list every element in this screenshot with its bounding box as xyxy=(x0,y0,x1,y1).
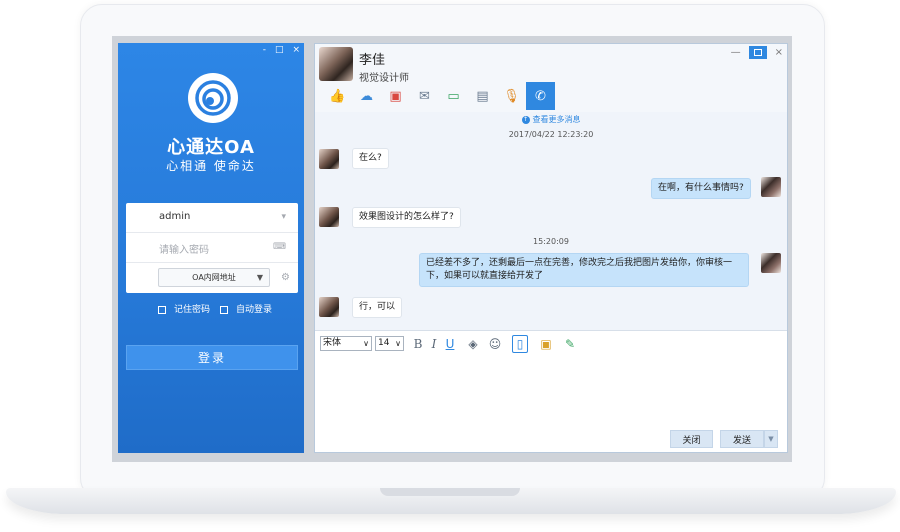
laptop-notch xyxy=(380,488,520,496)
chevron-down-icon: ∨ xyxy=(363,339,369,348)
checkbox-box xyxy=(158,305,166,314)
send-options-chevron-icon[interactable]: ▼ xyxy=(764,430,778,448)
microphone-icon[interactable]: 🎙 xyxy=(497,82,526,110)
message-icon[interactable]: ▤ xyxy=(468,82,497,110)
close-icon[interactable]: × xyxy=(775,47,783,58)
font-family-select[interactable]: 宋体 ∨ xyxy=(320,336,372,351)
screen-share-icon[interactable]: ▭ xyxy=(439,82,468,110)
logo-swirl-icon xyxy=(195,80,231,116)
format-toolbar: 宋体 ∨ 14 ∨ B I U ◈ ☺ ▯ ▣ ✎ xyxy=(315,330,787,356)
view-more-link[interactable]: ↑ 查看更多消息 xyxy=(315,114,787,125)
phone-call-icon[interactable]: ✆ xyxy=(526,82,555,110)
screenshot-icon[interactable]: ▯ xyxy=(512,335,528,353)
keyboard-icon[interactable]: ⌨ xyxy=(273,242,286,252)
app-logo xyxy=(188,73,238,123)
remember-label: 记住密码 xyxy=(174,305,211,315)
message-bubble-outgoing: 已经差不多了，还剩最后一点在完善，修改完之后我把图片发给你，你审核一下，如果可以… xyxy=(419,253,749,287)
chat-window-controls: — × xyxy=(731,46,783,59)
message-bubble-outgoing: 在啊，有什么事情吗? xyxy=(651,178,751,199)
maximize-icon[interactable] xyxy=(748,46,767,59)
maximize-icon[interactable]: □ xyxy=(275,45,284,55)
font-size-value: 14 xyxy=(378,338,390,348)
send-button[interactable]: 发送 xyxy=(720,430,764,448)
password-field[interactable]: 请输入密码 ⌨ xyxy=(126,233,298,263)
my-avatar-small[interactable] xyxy=(761,253,781,273)
brand-slogan: 心相通 使命达 xyxy=(166,159,256,173)
login-button[interactable]: 登录 xyxy=(126,345,298,370)
font-family-value: 宋体 xyxy=(323,338,342,348)
contact-avatar-small[interactable] xyxy=(319,149,339,169)
message-input[interactable] xyxy=(315,356,787,452)
image-icon[interactable]: ▣ xyxy=(538,335,554,353)
mail-icon[interactable]: ✉ xyxy=(410,82,439,110)
server-select[interactable]: OA内网地址 ▼ xyxy=(158,268,270,287)
username-value: admin xyxy=(159,211,191,222)
minimize-icon[interactable]: — xyxy=(731,47,741,58)
cloud-upload-icon[interactable]: ☁ xyxy=(352,82,381,110)
message-bubble-incoming: 行，可以 xyxy=(352,297,403,318)
underline-icon[interactable]: U xyxy=(442,335,458,353)
login-form: admin ▾ 请输入密码 ⌨ OA内网地址 ▼ ⚙ xyxy=(126,203,298,293)
close-icon[interactable]: × xyxy=(292,45,300,55)
timestamp: 2017/04/22 12:23:20 xyxy=(508,130,594,139)
server-select-value: OA内网地址 xyxy=(192,273,236,282)
timestamp: 15:20:09 xyxy=(533,237,569,246)
close-button[interactable]: 关闭 xyxy=(670,430,713,448)
arrow-up-icon: ↑ xyxy=(521,115,530,124)
remember-password-checkbox[interactable]: 记住密码 xyxy=(158,302,210,315)
fill-color-icon[interactable]: ◈ xyxy=(465,335,481,353)
my-avatar-small[interactable] xyxy=(761,177,781,197)
message-list: ↑ 查看更多消息 2017/04/22 12:23:20 在么? 在啊，有什么事情… xyxy=(315,112,787,330)
contact-avatar-small[interactable] xyxy=(319,297,339,317)
username-field[interactable]: admin ▾ xyxy=(126,203,298,233)
chat-window: 李佳 视觉设计师 — × 👍 ☁ ▣ ✉ ▭ ▤ 🎙 ✆ ↑ 查看更多消息 201… xyxy=(314,43,788,453)
auto-login-checkbox[interactable]: 自动登录 xyxy=(220,302,272,315)
chevron-down-icon: ∨ xyxy=(395,339,401,348)
message-bubble-incoming: 在么? xyxy=(352,148,389,169)
thumbs-up-icon[interactable]: 👍 xyxy=(323,82,352,110)
view-more-label: 查看更多消息 xyxy=(532,115,581,124)
login-window-controls: - □ × xyxy=(263,45,300,55)
emoji-icon[interactable]: ☺ xyxy=(487,335,503,353)
checkbox-box xyxy=(220,305,229,314)
login-window: - □ × 心通达OA 心相通 使命达 admin ▾ 请输入密码 ⌨ OA内网… xyxy=(118,43,304,453)
server-row: OA内网地址 ▼ ⚙ xyxy=(126,263,298,293)
folder-icon[interactable]: ▣ xyxy=(381,82,410,110)
contact-avatar[interactable] xyxy=(319,47,353,81)
login-options: 记住密码 自动登录 xyxy=(158,302,272,315)
brand-title: 心通达OA xyxy=(167,137,255,158)
autologin-label: 自动登录 xyxy=(236,305,273,315)
gear-icon[interactable]: ⚙ xyxy=(281,272,290,283)
contact-name: 李佳 xyxy=(359,53,386,68)
password-placeholder: 请输入密码 xyxy=(159,245,209,256)
contact-avatar-small[interactable] xyxy=(319,207,339,227)
chevron-down-icon[interactable]: ▾ xyxy=(281,212,286,222)
bold-icon[interactable]: B xyxy=(410,335,426,353)
italic-icon[interactable]: I xyxy=(426,335,442,353)
message-bubble-incoming: 效果图设计的怎么样了? xyxy=(352,207,461,228)
pen-icon[interactable]: ✎ xyxy=(562,335,578,353)
chevron-down-icon: ▼ xyxy=(256,273,263,282)
minimize-icon[interactable]: - xyxy=(263,45,266,55)
chat-header: 李佳 视觉设计师 — × 👍 ☁ ▣ ✉ ▭ ▤ 🎙 ✆ xyxy=(315,44,787,112)
chat-toolbar: 👍 ☁ ▣ ✉ ▭ ▤ 🎙 ✆ xyxy=(323,82,555,110)
font-size-select[interactable]: 14 ∨ xyxy=(375,336,404,351)
